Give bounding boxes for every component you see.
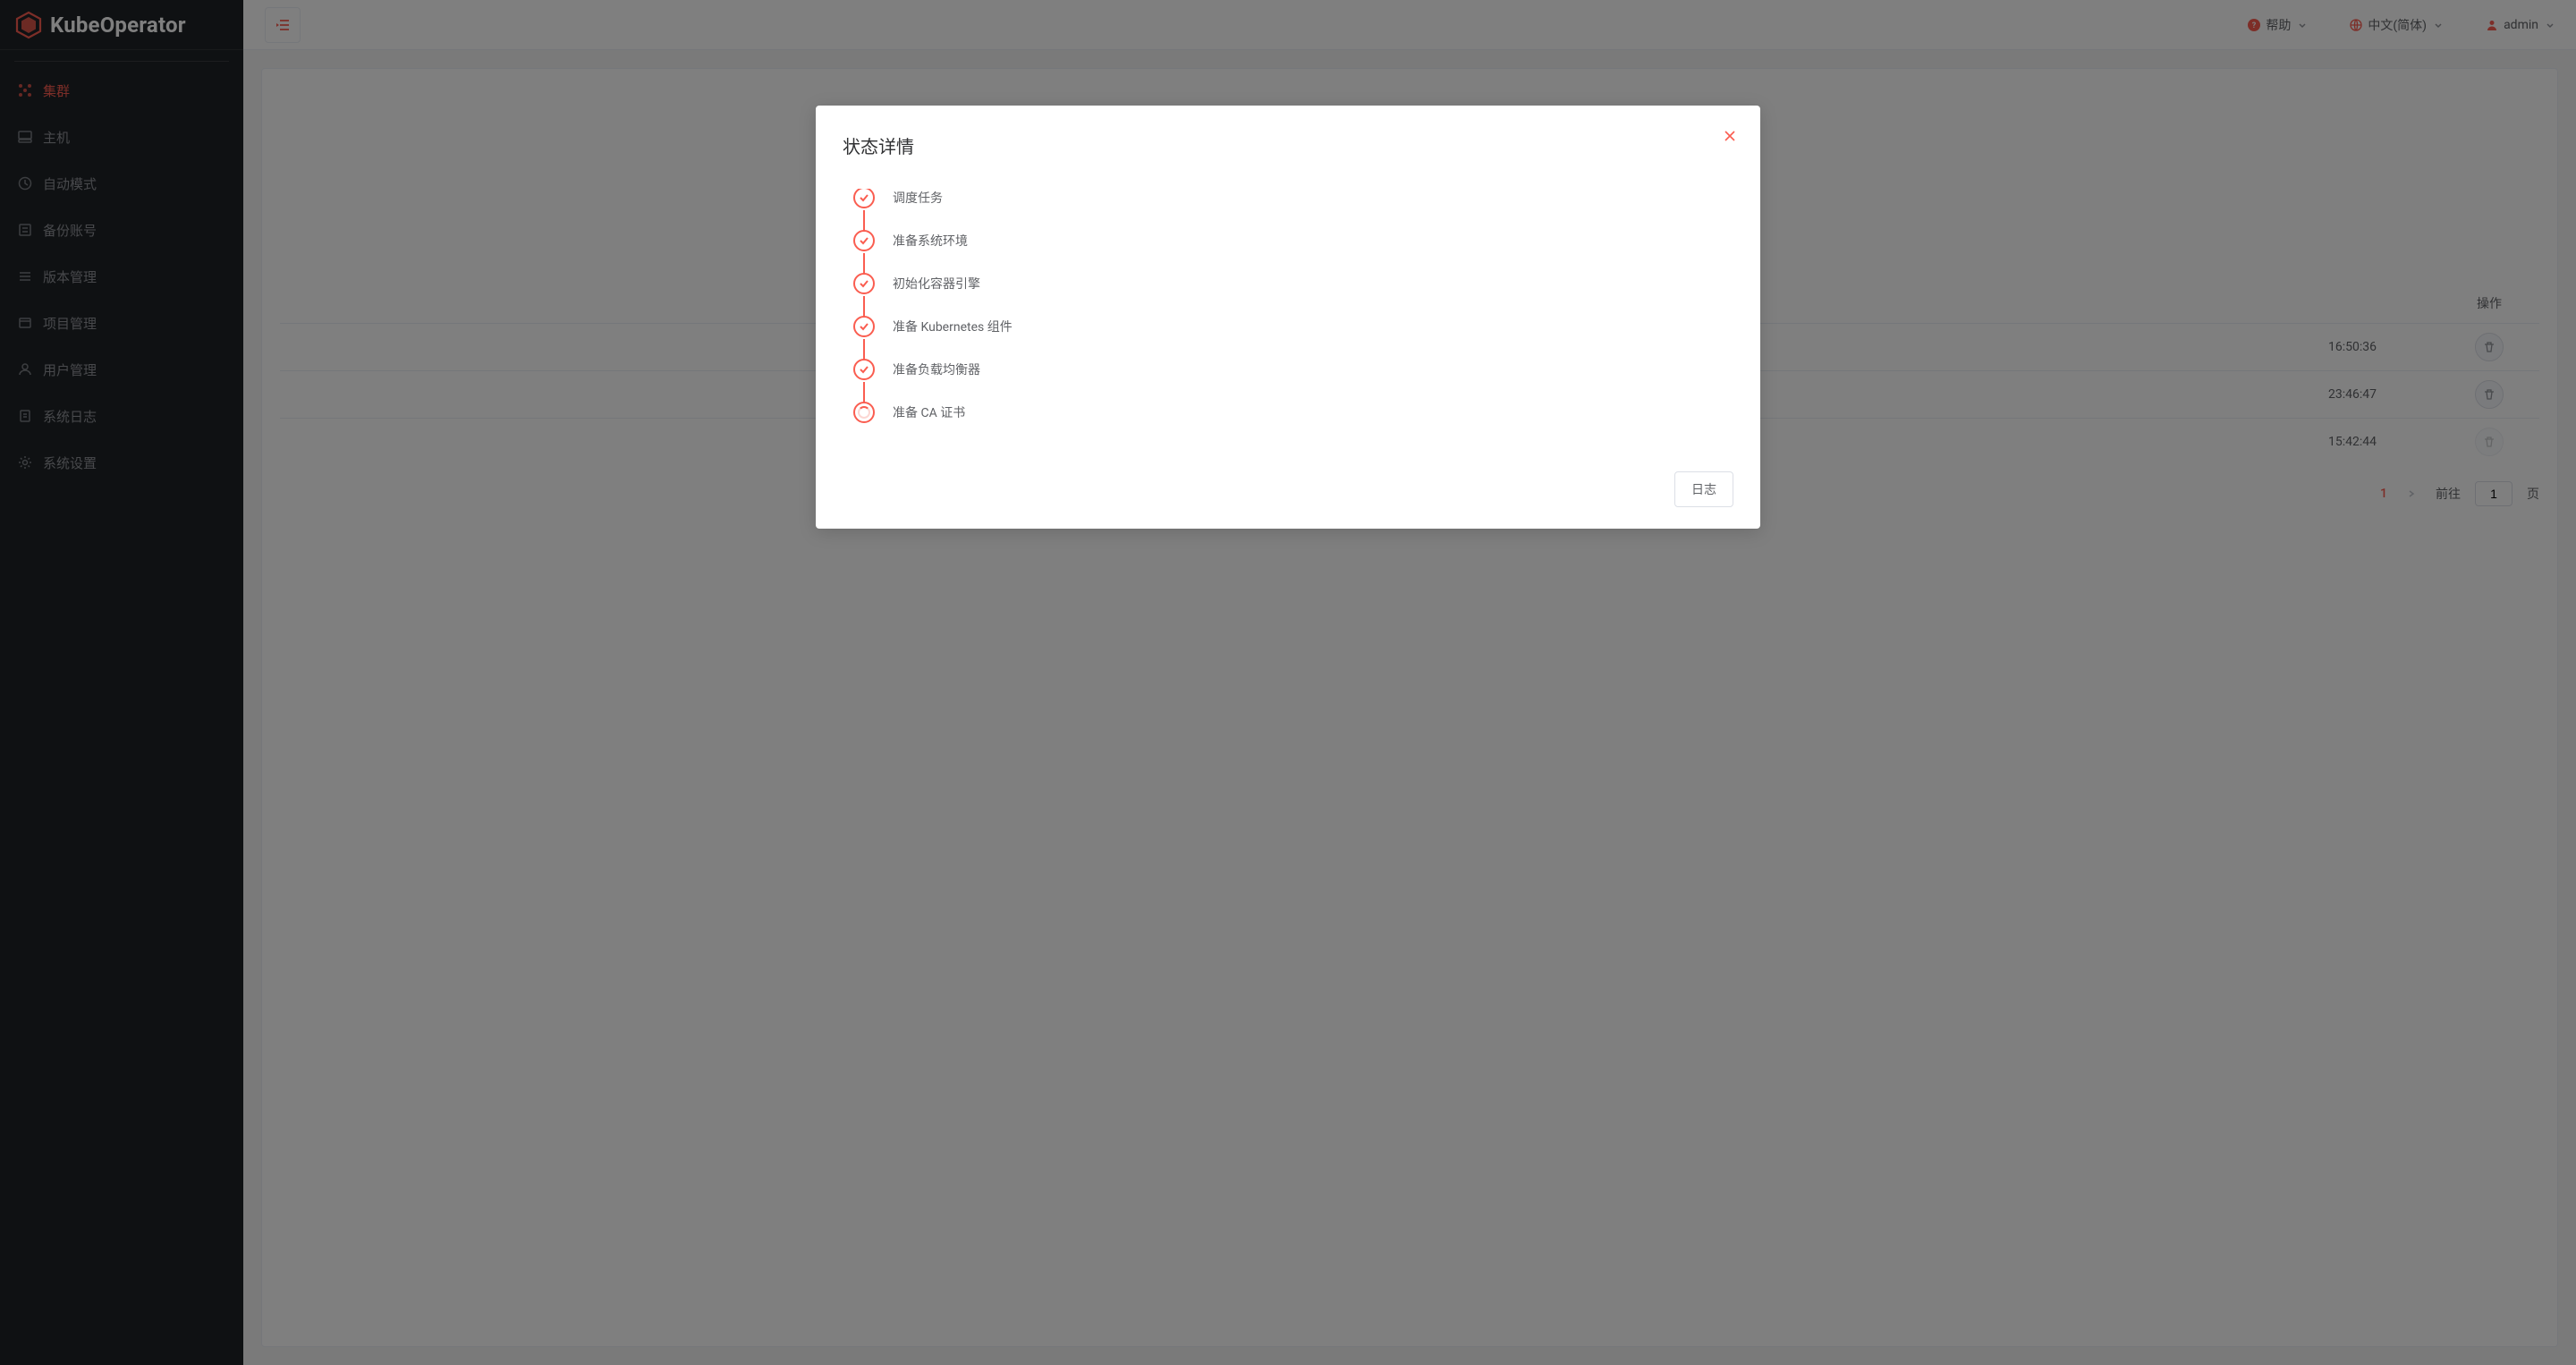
step-item: 初始化容器引擎	[893, 275, 1733, 292]
step-label: 准备负载均衡器	[893, 360, 980, 378]
step-label: 准备 Kubernetes 组件	[893, 318, 1013, 335]
step-status-icon	[853, 273, 875, 294]
log-button[interactable]: 日志	[1674, 471, 1733, 507]
step-label: 调度任务	[893, 189, 943, 207]
modal-title: 状态详情	[843, 132, 1733, 158]
step-item: 准备系统环境	[893, 232, 1733, 250]
check-icon	[859, 278, 869, 289]
check-icon	[859, 321, 869, 332]
modal-footer: 日志	[843, 471, 1733, 507]
step-status-icon	[853, 316, 875, 337]
step-item: 准备 CA 证书	[893, 403, 1733, 421]
step-item: 准备负载均衡器	[893, 360, 1733, 378]
step-label: 初始化容器引擎	[893, 275, 980, 292]
step-label: 准备 CA 证书	[893, 403, 965, 421]
step-list: 调度任务 准备系统环境 初始化容器引擎 准备 Kubernetes 组件 准备负…	[843, 189, 1733, 448]
close-icon	[1723, 129, 1737, 143]
check-icon	[859, 364, 869, 375]
step-item: 准备 Kubernetes 组件	[893, 318, 1733, 335]
step-status-icon	[853, 359, 875, 380]
check-icon	[859, 235, 869, 246]
status-detail-modal: 状态详情 调度任务 准备系统环境 初始化容器引擎 准备 Kubernetes 组…	[816, 106, 1760, 529]
step-status-icon	[853, 189, 875, 208]
modal-close-button[interactable]	[1723, 129, 1737, 143]
step-status-icon	[853, 402, 875, 423]
check-icon	[859, 192, 869, 203]
step-item: 调度任务	[893, 189, 1733, 207]
step-label: 准备系统环境	[893, 232, 968, 250]
loading-icon	[858, 406, 870, 419]
step-status-icon	[853, 230, 875, 251]
